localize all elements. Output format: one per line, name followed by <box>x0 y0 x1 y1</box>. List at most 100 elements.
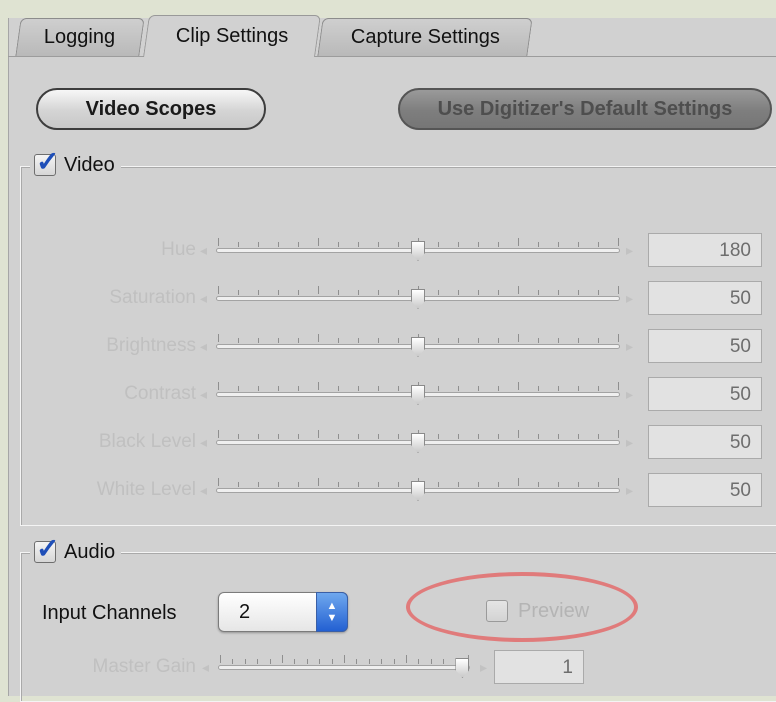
slider-tick <box>338 386 339 391</box>
audio-label: Audio <box>64 540 116 563</box>
slider-tick <box>338 242 339 247</box>
slider-tick <box>318 430 319 438</box>
video-scopes-button[interactable]: Video Scopes <box>36 88 266 130</box>
slider-tick <box>344 655 345 663</box>
right-arrow-icon[interactable]: ▸ <box>626 374 633 414</box>
slider-tick <box>278 386 279 391</box>
slider-row: Hue ◂ ▸ 180 <box>0 230 776 270</box>
right-arrow-icon[interactable]: ▸ <box>480 647 487 687</box>
slider-tick <box>418 659 420 664</box>
tab-logging[interactable]: Logging <box>15 18 145 56</box>
slider-thumb[interactable] <box>411 289 425 309</box>
right-arrow-icon[interactable]: ▸ <box>626 422 633 462</box>
tab-logging-label: Logging <box>44 26 116 48</box>
slider-tick <box>558 434 559 439</box>
slider-tick <box>498 338 499 343</box>
input-channels-value: 2 <box>239 601 251 623</box>
slider-label: Brightness <box>106 335 196 356</box>
slider-tick <box>244 659 246 664</box>
slider-value-field[interactable]: 50 <box>648 329 762 363</box>
slider-tick <box>498 242 499 247</box>
video-checkbox[interactable]: ✓ <box>34 148 59 176</box>
slider-tick <box>578 290 579 295</box>
left-arrow-icon[interactable]: ◂ <box>200 230 207 270</box>
slider-thumb[interactable] <box>411 433 425 453</box>
right-arrow-icon[interactable]: ▸ <box>626 278 633 318</box>
left-arrow-icon[interactable]: ◂ <box>202 647 209 687</box>
slider-track[interactable] <box>218 665 470 670</box>
slider-tick <box>443 659 445 664</box>
slider-value-field[interactable]: 50 <box>648 377 762 411</box>
right-arrow-icon[interactable]: ▸ <box>626 326 633 366</box>
slider-tick <box>498 290 499 295</box>
tab-capture-settings[interactable]: Capture Settings <box>317 18 533 56</box>
slider-tick <box>538 434 539 439</box>
slider-thumb[interactable] <box>455 658 470 678</box>
use-digitizer-defaults-button[interactable]: Use Digitizer's Default Settings <box>398 88 772 130</box>
slider-tick <box>578 386 579 391</box>
slider-thumb[interactable] <box>411 481 425 501</box>
left-arrow-icon[interactable]: ◂ <box>200 422 207 462</box>
slider-tick <box>258 386 259 391</box>
slider-tick <box>518 430 519 438</box>
slider-tick <box>269 659 271 664</box>
slider-tick <box>294 659 296 664</box>
slider-tick <box>378 482 379 487</box>
slider-tick <box>578 338 579 343</box>
master-gain-value-field[interactable]: 1 <box>494 650 584 684</box>
slider-tick <box>378 242 379 247</box>
slider-tick <box>358 482 359 487</box>
slider-tick <box>478 290 479 295</box>
slider-tick <box>478 386 479 391</box>
slider-thumb[interactable] <box>411 385 425 405</box>
left-arrow-icon[interactable]: ◂ <box>200 278 207 318</box>
up-down-arrows-icon: ▲ ▼ <box>316 592 348 632</box>
left-arrow-icon[interactable]: ◂ <box>200 326 207 366</box>
preview-checkbox[interactable] <box>486 600 508 622</box>
audio-checkbox[interactable]: ✓ <box>34 535 59 563</box>
preview-option[interactable]: Preview <box>486 596 589 626</box>
slider-tick <box>578 434 579 439</box>
slider-value-field[interactable]: 50 <box>648 281 762 315</box>
slider-value-field[interactable]: 180 <box>648 233 762 267</box>
slider-tick <box>298 338 299 343</box>
slider-tick <box>318 334 319 342</box>
slider-thumb[interactable] <box>411 337 425 357</box>
slider-tick <box>278 242 279 247</box>
left-arrow-icon[interactable]: ◂ <box>200 374 207 414</box>
slider-value-field[interactable]: 50 <box>648 473 762 507</box>
slider-tick <box>378 338 379 343</box>
slider-thumb[interactable] <box>411 241 425 261</box>
input-channels-popup[interactable]: 2 ▲ ▼ <box>218 592 348 632</box>
slider-tick <box>238 434 239 439</box>
slider-tick <box>258 482 259 487</box>
slider-tick <box>618 286 619 294</box>
slider-tick <box>478 242 479 247</box>
left-arrow-icon[interactable]: ◂ <box>200 470 207 510</box>
slider-tick <box>318 286 319 294</box>
slider-tick <box>598 338 599 343</box>
slider-tick <box>318 238 319 246</box>
slider-tick <box>518 334 519 342</box>
slider-tick <box>378 386 379 391</box>
slider-tick <box>406 655 407 663</box>
slider-tick <box>298 242 299 247</box>
slider-tick <box>478 338 479 343</box>
slider-tick <box>238 482 239 487</box>
right-arrow-icon[interactable]: ▸ <box>626 470 633 510</box>
slider-tick <box>318 382 319 390</box>
slider-tick <box>618 478 619 486</box>
right-arrow-icon[interactable]: ▸ <box>626 230 633 270</box>
tab-clip-settings[interactable]: Clip Settings <box>143 15 321 57</box>
tab-clip-settings-label: Clip Settings <box>175 25 289 47</box>
slider-tick <box>218 478 219 486</box>
slider-value-field[interactable]: 50 <box>648 425 762 459</box>
preview-label: Preview <box>518 599 590 622</box>
slider-label: Saturation <box>109 287 196 308</box>
slider-tick <box>538 242 539 247</box>
slider-tick <box>218 430 219 438</box>
slider-label: White Level <box>96 479 196 500</box>
slider-tick <box>518 286 519 294</box>
slider-tick <box>218 286 219 294</box>
slider-tick <box>458 290 459 295</box>
